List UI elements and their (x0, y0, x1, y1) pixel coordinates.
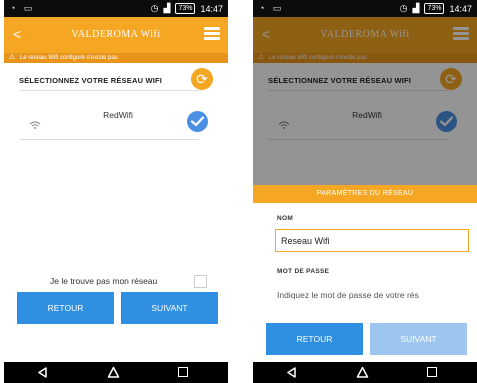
not-found-checkbox[interactable] (194, 275, 207, 288)
network-settings-dialog: NOM MOT DE PASSE Indiquez le mot de pass… (253, 203, 477, 362)
phone-screen-wifi-select: ◔ ▭ ◷ ▟ 73% 14:47 < VALDEROMA Wifi ⚠ Le … (4, 0, 228, 383)
network-name-input[interactable] (275, 229, 469, 252)
refresh-icon[interactable]: ⟳ (191, 68, 213, 90)
warning-icon: ⚠ (9, 54, 16, 61)
section-title: SÉLECTIONNEZ VOTRE RÉSEAU WIFI (19, 76, 163, 85)
divider (19, 90, 199, 91)
nav-home-icon[interactable] (107, 366, 120, 378)
status-right: ◷ ▟ 73% 14:47 (151, 3, 223, 14)
nav-home-icon[interactable] (356, 366, 369, 378)
android-nav-bar (4, 362, 228, 383)
menu-icon[interactable] (204, 27, 220, 41)
status-bar: ◔ ▭ ◷ ▟ 73% 14:47 (253, 0, 477, 17)
clock: 14:47 (449, 3, 472, 14)
nav-back-icon[interactable] (286, 367, 297, 378)
warning-banner: ⚠ Le réseau Wifi configuré n'existe pas (4, 53, 228, 63)
name-label: NOM (277, 215, 294, 222)
divider (19, 139, 199, 140)
not-found-label: Je le trouve pas mon réseau (50, 276, 158, 286)
back-button[interactable]: RETOUR (17, 292, 114, 324)
nav-back-icon[interactable] (37, 367, 48, 378)
next-button[interactable]: SUIVANT (121, 292, 218, 324)
next-button[interactable]: SUIVANT (370, 323, 467, 355)
notification-icons: ◔ ▭ (10, 3, 36, 13)
password-input[interactable]: Indiquez le mot de passe de votre rés (277, 290, 475, 300)
warning-text: Le réseau Wifi configuré n'existe pas (19, 55, 118, 61)
notification-icons: ◔ ▭ (259, 3, 285, 13)
modal-overlay[interactable] (253, 17, 477, 185)
android-nav-bar (253, 362, 477, 383)
network-name: RedWifi (103, 110, 133, 120)
battery-indicator: 73% (424, 3, 445, 14)
clock: 14:47 (200, 3, 223, 14)
app-title: VALDEROMA Wifi (71, 29, 161, 40)
status-right: ◷ ▟ 73% 14:47 (400, 3, 472, 14)
screenshot-stage: ◔ ▭ ◷ ▟ 73% 14:47 < VALDEROMA Wifi ⚠ Le … (0, 0, 477, 383)
nav-recent-icon[interactable] (178, 367, 188, 377)
nav-recent-icon[interactable] (427, 367, 437, 377)
wifi-icon (29, 121, 41, 129)
back-button[interactable]: RETOUR (266, 323, 363, 355)
status-bar: ◔ ▭ ◷ ▟ 73% 14:47 (4, 0, 228, 17)
signal-icon: ▟ (412, 3, 420, 13)
password-label: MOT DE PASSE (277, 268, 330, 275)
alarm-icon: ◷ (399, 3, 408, 13)
battery-indicator: 73% (175, 3, 196, 14)
check-icon[interactable] (187, 111, 208, 132)
alarm-icon: ◷ (150, 3, 159, 13)
phone-screen-network-dialog: ◔ ▭ ◷ ▟ 73% 14:47 < VALDEROMA Wifi ⚠ Le … (253, 0, 477, 383)
app-bar: < VALDEROMA Wifi (4, 17, 228, 53)
signal-icon: ▟ (163, 3, 171, 13)
dialog-title: PARAMÈTRES DU RÉSEAU (253, 185, 477, 203)
network-list-item[interactable]: RedWifi (19, 106, 215, 139)
